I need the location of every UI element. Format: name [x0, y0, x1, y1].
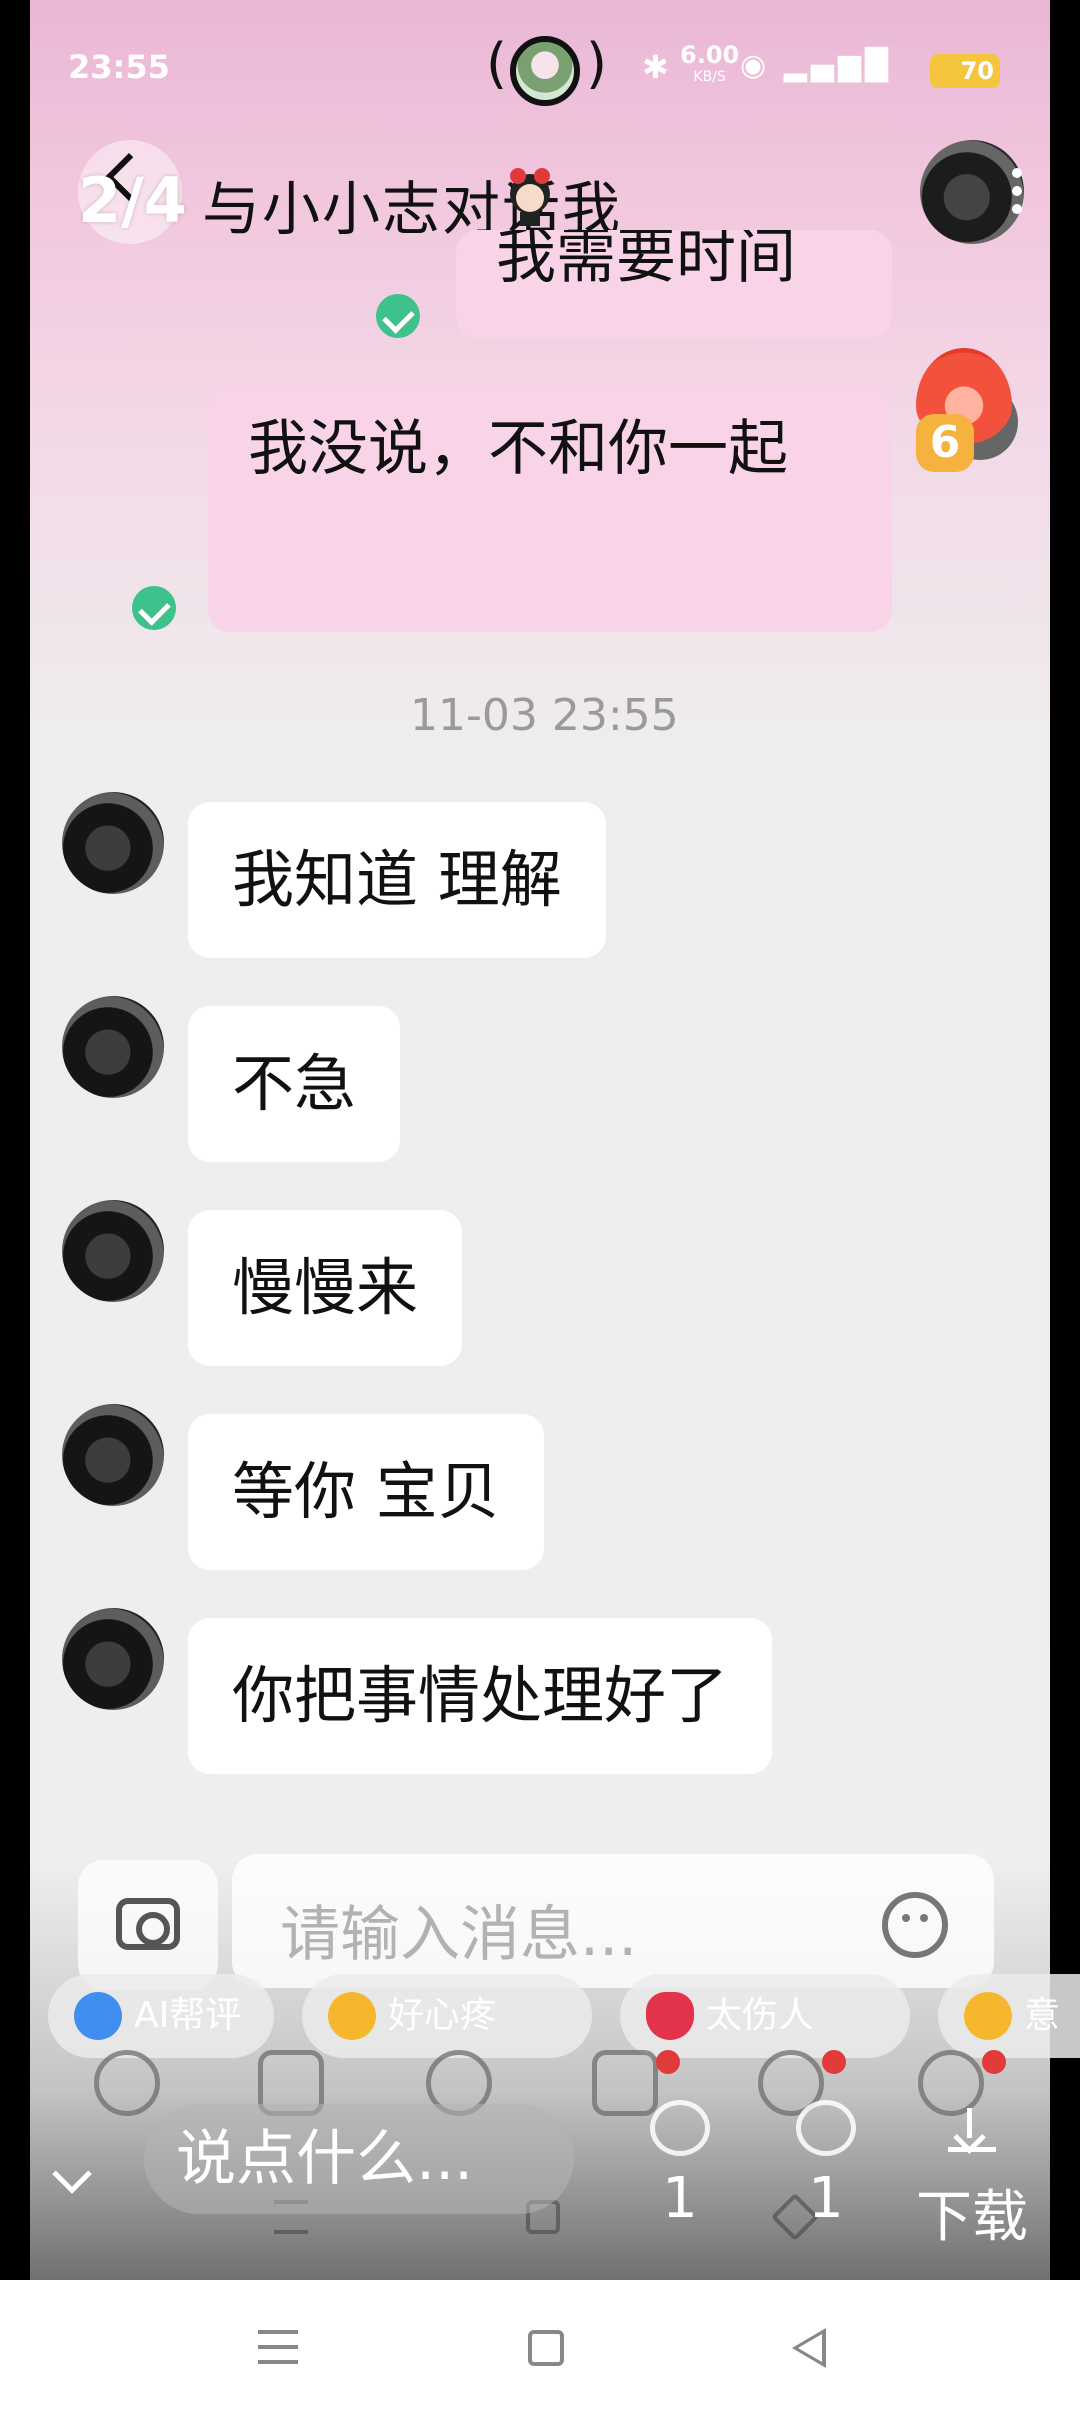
chip-heartache[interactable]: 好心疼 — [302, 1974, 592, 2058]
bluetooth-icon: ✱ — [642, 48, 669, 86]
read-check-icon — [132, 586, 176, 630]
received-message-bubble[interactable]: 我知道 理解 — [188, 802, 606, 958]
game-notification-dot — [822, 2050, 846, 2074]
chip-meaning[interactable]: 意 — [938, 1974, 1080, 2058]
status-bar: 23:55 ( ) ✱ 6.00 KB/S ◉ ▂▄▆█ 70 — [40, 30, 1000, 110]
sender-avatar[interactable] — [62, 792, 164, 894]
girl-sticker-icon — [510, 168, 550, 226]
broken-heart-icon — [646, 1992, 694, 2040]
message-timestamp: 11-03 23:55 — [410, 690, 679, 741]
contact-avatar[interactable] — [920, 140, 1024, 244]
download-icon — [948, 2108, 996, 2152]
comment-icon — [796, 2100, 856, 2156]
net-speed-value: 6.00 — [680, 41, 740, 69]
comment-button[interactable]: 1 — [786, 2100, 866, 2231]
sender-avatar[interactable] — [62, 1404, 164, 1506]
quick-reply-chips: AI帮评 好心疼 太伤人 意 — [48, 1974, 1080, 2058]
read-check-icon — [376, 294, 420, 338]
received-message-bubble[interactable]: 不急 — [188, 1006, 401, 1162]
chip-label: 好心疼 — [388, 1995, 497, 2036]
message-input-placeholder: 请输入消息... — [280, 1900, 638, 1970]
ai-icon — [74, 1992, 122, 2040]
received-message-bubble[interactable]: 慢慢来 — [188, 1210, 463, 1366]
sad-face-icon — [964, 1992, 1012, 2040]
message-input-area: 请输入消息... — [30, 1840, 1050, 1990]
sender-avatar[interactable] — [62, 996, 164, 1098]
page-indicator: 2/4 — [78, 164, 187, 237]
sender-avatar[interactable] — [62, 1608, 164, 1710]
more-options-icon[interactable] — [1012, 168, 1022, 220]
like-button[interactable]: 1 — [640, 2100, 720, 2231]
sent-message-bubble[interactable]: 我需要时间 — [456, 230, 892, 338]
signal-icon: ◉ ▂▄▆█ — [740, 48, 892, 83]
comment-input[interactable]: 说点什么... — [144, 2104, 574, 2214]
recent-apps-icon[interactable] — [258, 2330, 298, 2364]
heart-icon — [650, 2100, 710, 2156]
received-message-bubble[interactable]: 等你 宝贝 — [188, 1414, 544, 1570]
sender-avatar[interactable] — [62, 1200, 164, 1302]
streak-badge[interactable]: 6 — [916, 348, 1022, 474]
overlay-comment-bar: 说点什么... 1 1 下载 — [30, 2100, 1050, 2280]
net-speed-unit: KB/S — [693, 69, 726, 85]
net-speed: 6.00 KB/S — [680, 41, 740, 88]
system-nav-bar — [0, 2280, 1080, 2412]
comment-count: 1 — [808, 2166, 844, 2231]
crying-face-icon — [328, 1992, 376, 2040]
screen: 23:55 ( ) ✱ 6.00 KB/S ◉ ▂▄▆█ 70 2/4 与小小志… — [0, 0, 1080, 2412]
plus-notification-dot — [982, 2050, 1006, 2074]
sent-message-bubble[interactable]: 我没说，不和你一起 — [208, 386, 892, 632]
sent-message-text: 我没说，不和你一起 — [248, 414, 788, 484]
status-time: 23:55 — [68, 48, 170, 86]
gift-notification-dot — [656, 2050, 680, 2074]
collapse-icon[interactable] — [52, 2154, 92, 2194]
chip-label: 太伤人 — [706, 1995, 815, 2036]
chip-hurtful[interactable]: 太伤人 — [620, 1974, 910, 2058]
chip-ai-review[interactable]: AI帮评 — [48, 1974, 274, 2058]
camera-icon — [116, 1898, 180, 1950]
camera-button[interactable] — [78, 1860, 218, 1990]
back-nav-icon[interactable] — [792, 2328, 826, 2368]
like-count: 1 — [662, 2166, 698, 2231]
download-button[interactable]: 下载 — [916, 2108, 1028, 2253]
chip-label: AI帮评 — [134, 1995, 242, 2036]
paren-left: ( — [486, 32, 508, 95]
emoji-icon[interactable] — [882, 1892, 948, 1958]
sent-message-text: 我需要时间 — [496, 230, 796, 292]
streak-count: 6 — [916, 414, 974, 472]
paren-right: ) — [586, 32, 608, 95]
home-icon[interactable] — [528, 2330, 564, 2366]
download-label: 下载 — [916, 2185, 1028, 2250]
status-avatar — [510, 36, 580, 106]
message-input[interactable]: 请输入消息... — [232, 1854, 994, 1988]
chip-label: 意 — [1024, 1995, 1061, 2036]
battery-icon: 70 — [930, 54, 1000, 88]
received-message-bubble[interactable]: 你把事情处理好了 — [188, 1618, 773, 1774]
